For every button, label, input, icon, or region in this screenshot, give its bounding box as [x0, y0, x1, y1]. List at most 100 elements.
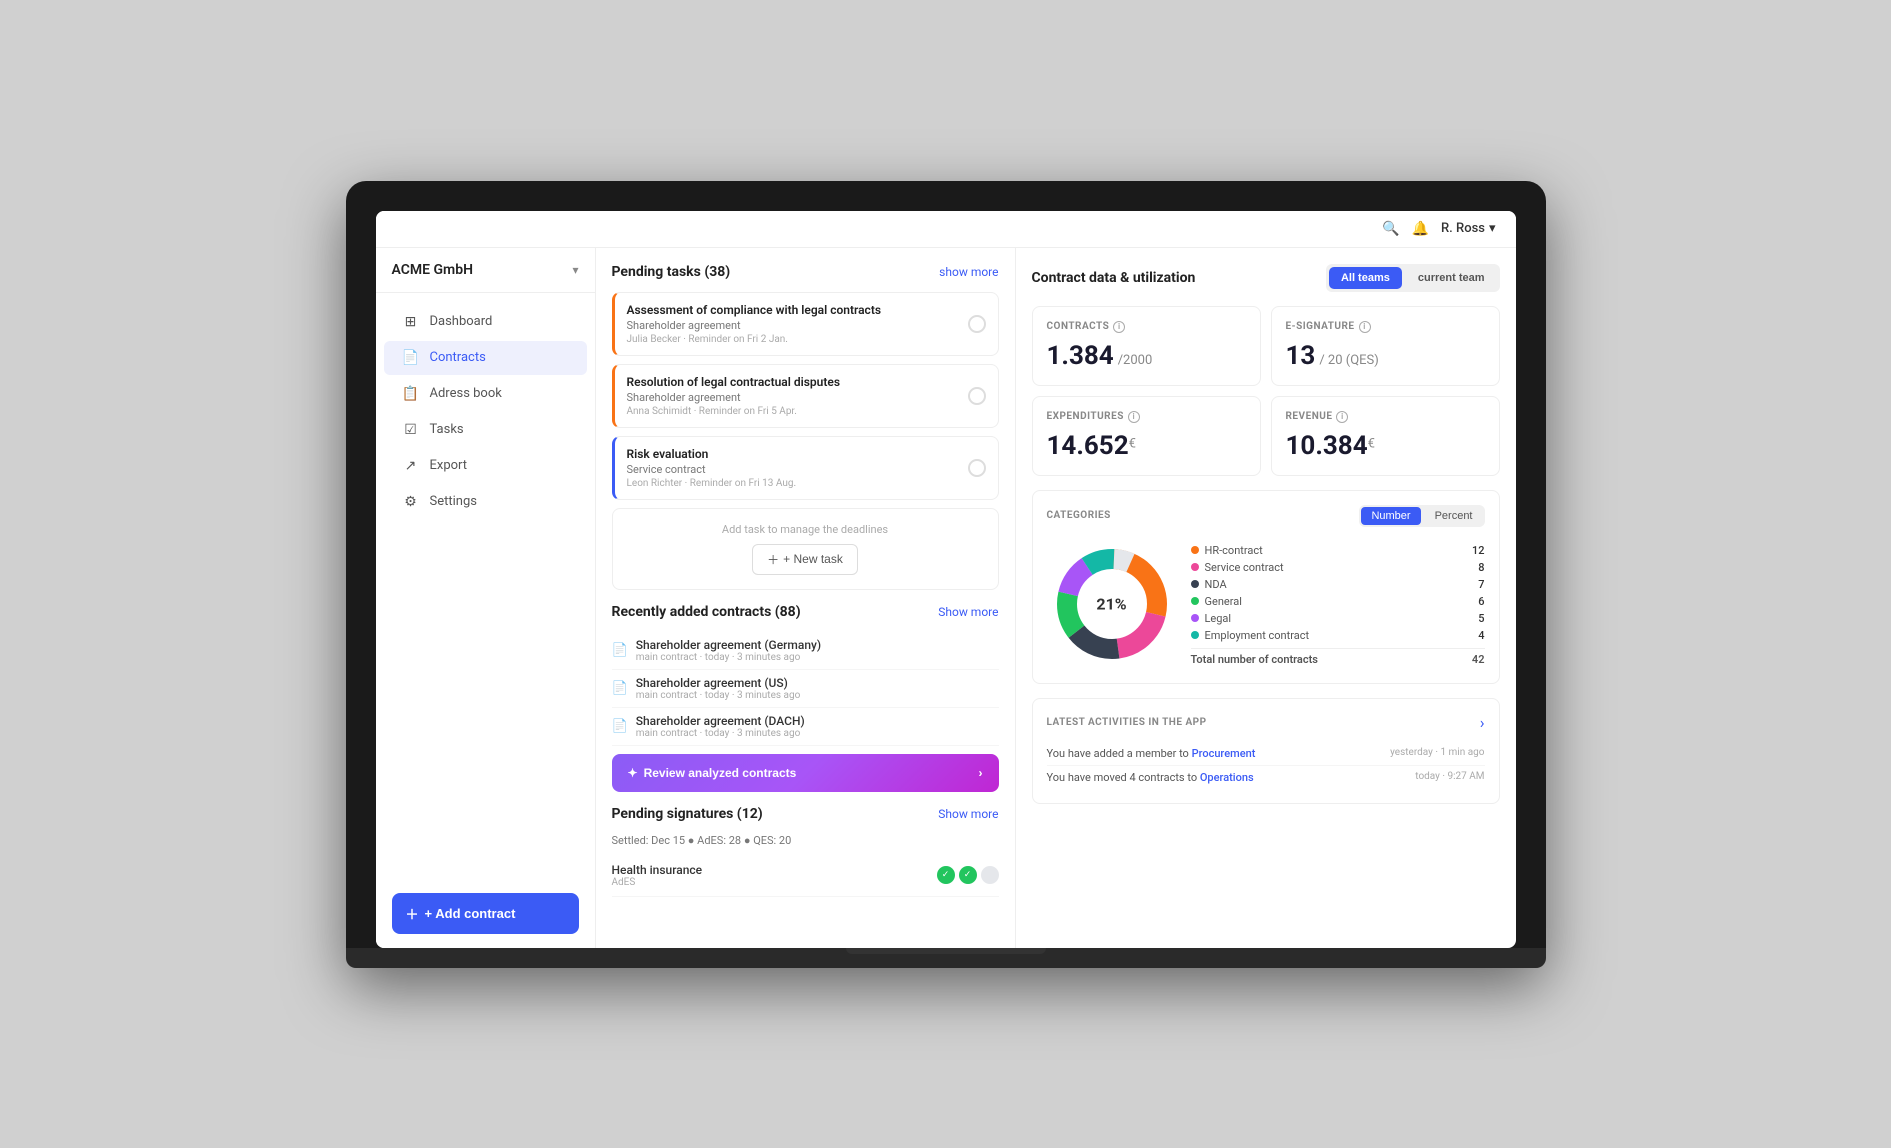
user-chevron-icon: ▾ — [1489, 221, 1496, 236]
legend-dot-1 — [1191, 563, 1199, 571]
legend-label-4: Legal — [1205, 612, 1232, 625]
task-sub-1: Shareholder agreement — [627, 391, 986, 404]
sidebar: ACME GmbH ▾ ⊞ Dashboard 📄 Contracts 📋 Ad… — [376, 248, 596, 948]
legend-count-4: 5 — [1478, 612, 1484, 625]
task-meta-1: Anna Schimidt · Reminder on Fri 5 Apr. — [627, 406, 986, 417]
sidebar-label-address-book: Adress book — [430, 386, 502, 401]
contract-meta-0: main contract · today · 3 minutes ago — [636, 652, 821, 663]
add-contract-button[interactable]: ＋ + Add contract — [392, 893, 579, 934]
cat-title: CATEGORIES — [1047, 510, 1111, 521]
contracts-icon: 📄 — [402, 350, 420, 366]
task-checkbox-2[interactable] — [968, 459, 986, 477]
pending-sig-show-more[interactable]: Show more — [938, 807, 998, 821]
laptop-notch — [846, 948, 1046, 954]
legend-item-1: Service contract 8 — [1191, 559, 1485, 576]
user-name-label: R. Ross — [1441, 221, 1485, 236]
sparkle-icon: ✦ — [628, 766, 638, 780]
categories-section: CATEGORIES Number Percent — [1032, 490, 1500, 684]
contract-file-icon-1: 📄 — [612, 681, 628, 696]
all-teams-button[interactable]: All teams — [1329, 267, 1402, 289]
chevron-right-icon[interactable]: › — [1480, 713, 1485, 732]
task-checkbox-1[interactable] — [968, 387, 986, 405]
search-icon[interactable]: 🔍 — [1382, 221, 1399, 237]
company-chevron-icon: ▾ — [572, 263, 578, 277]
recently-added-section: Recently added contracts (88) Show more … — [612, 604, 999, 792]
legend-item-5: Employment contract 4 — [1191, 627, 1485, 644]
current-team-button[interactable]: current team — [1406, 267, 1497, 289]
top-bar-icons: 🔍 🔔 R. Ross ▾ — [1382, 221, 1495, 237]
recently-added-title: Recently added contracts (88) — [612, 604, 801, 620]
stat-value-esignature: 13 / 20 (QES) — [1286, 341, 1485, 371]
act-header: LATEST ACTIVITIES IN THE APP › — [1047, 713, 1485, 732]
legend-label-5: Employment contract — [1205, 629, 1310, 642]
new-task-button[interactable]: ＋ + New task — [752, 544, 858, 575]
sidebar-label-contracts: Contracts — [430, 350, 486, 365]
sidebar-label-tasks: Tasks — [430, 422, 464, 437]
expenditures-info-icon[interactable]: i — [1128, 411, 1140, 423]
stat-value-expenditures: 14.652€ — [1047, 431, 1246, 461]
legend-item-3: General 6 — [1191, 593, 1485, 610]
task-checkbox-0[interactable] — [968, 315, 986, 333]
act-text-before-1: You have moved 4 contracts to — [1047, 771, 1200, 784]
pending-tasks-show-more[interactable]: show more — [939, 265, 998, 279]
contract-name-1: Shareholder agreement (US) — [636, 676, 801, 690]
legend-count-2: 7 — [1478, 578, 1484, 591]
act-title: LATEST ACTIVITIES IN THE APP — [1047, 717, 1207, 728]
settings-icon: ⚙ — [402, 494, 420, 510]
sig-badge-green-1: ✓ — [937, 866, 955, 884]
team-toggle: All teams current team — [1326, 264, 1500, 292]
esignature-info-icon[interactable]: i — [1359, 321, 1371, 333]
task-card-1[interactable]: Resolution of legal contractual disputes… — [612, 364, 999, 428]
percent-button[interactable]: Percent — [1425, 507, 1483, 525]
company-selector[interactable]: ACME GmbH ▾ — [376, 248, 595, 293]
review-analyzed-button[interactable]: ✦ Review analyzed contracts › — [612, 754, 999, 792]
act-link-0[interactable]: Procurement — [1192, 747, 1256, 760]
contracts-info-icon[interactable]: i — [1113, 321, 1125, 333]
act-text-before-0: You have added a member to — [1047, 747, 1192, 760]
legend-total: Total number of contracts 42 — [1191, 648, 1485, 666]
sidebar-item-tasks[interactable]: ☑ Tasks — [384, 413, 587, 447]
pending-tasks-title: Pending tasks (38) — [612, 264, 731, 280]
sidebar-item-export[interactable]: ↗ Export — [384, 449, 587, 483]
revenue-info-icon[interactable]: i — [1336, 411, 1348, 423]
contract-info-2: Shareholder agreement (DACH) main contra… — [636, 714, 805, 739]
recently-added-header: Recently added contracts (88) Show more — [612, 604, 999, 620]
sig-name-0: Health insurance — [612, 863, 703, 877]
stat-card-contracts: CONTRACTS i 1.384 /2000 — [1032, 306, 1261, 386]
bell-icon[interactable]: 🔔 — [1412, 221, 1429, 237]
contract-file-icon-0: 📄 — [612, 643, 628, 658]
sidebar-item-address-book[interactable]: 📋 Adress book — [384, 377, 587, 411]
stat-card-expenditures: EXPENDITURES i 14.652€ — [1032, 396, 1261, 476]
task-card-2[interactable]: Risk evaluation Service contract Leon Ri… — [612, 436, 999, 500]
total-label: Total number of contracts — [1191, 653, 1318, 666]
stat-label-contracts: CONTRACTS i — [1047, 321, 1246, 333]
sidebar-item-dashboard[interactable]: ⊞ Dashboard — [384, 305, 587, 339]
cat-legend: HR-contract 12 Service contract 8 — [1191, 542, 1485, 666]
contract-item-1[interactable]: 📄 Shareholder agreement (US) main contra… — [612, 670, 999, 708]
chevron-right-icon: › — [979, 766, 983, 780]
task-sub-2: Service contract — [627, 463, 986, 476]
sidebar-item-contracts[interactable]: 📄 Contracts — [384, 341, 587, 375]
stat-label-expenditures: EXPENDITURES i — [1047, 411, 1246, 423]
contract-file-icon-2: 📄 — [612, 719, 628, 734]
legend-count-3: 6 — [1478, 595, 1484, 608]
legend-count-5: 4 — [1478, 629, 1484, 642]
pending-signatures-section: Pending signatures (12) Show more Settle… — [612, 806, 999, 897]
act-time-1: today · 9:27 AM — [1415, 771, 1484, 782]
stat-value-contracts: 1.384 /2000 — [1047, 341, 1246, 371]
task-card-0[interactable]: Assessment of compliance with legal cont… — [612, 292, 999, 356]
cat-toggle: Number Percent — [1359, 505, 1484, 527]
sig-item-0[interactable]: Health insurance AdES ✓ ✓ — [612, 855, 999, 897]
recently-added-show-more[interactable]: Show more — [938, 605, 998, 619]
task-meta-0: Julia Becker · Reminder on Fri 2 Jan. — [627, 334, 986, 345]
contract-item-0[interactable]: 📄 Shareholder agreement (Germany) main c… — [612, 632, 999, 670]
sig-badge-green-2: ✓ — [959, 866, 977, 884]
data-section-title: Contract data & utilization — [1032, 270, 1196, 286]
task-sub-0: Shareholder agreement — [627, 319, 986, 332]
act-link-1[interactable]: Operations — [1200, 771, 1254, 784]
number-button[interactable]: Number — [1361, 507, 1420, 525]
stat-card-revenue: REVENUE i 10.384€ — [1271, 396, 1500, 476]
contract-item-2[interactable]: 📄 Shareholder agreement (DACH) main cont… — [612, 708, 999, 746]
user-menu[interactable]: R. Ross ▾ — [1441, 221, 1496, 236]
sidebar-item-settings[interactable]: ⚙ Settings — [384, 485, 587, 519]
